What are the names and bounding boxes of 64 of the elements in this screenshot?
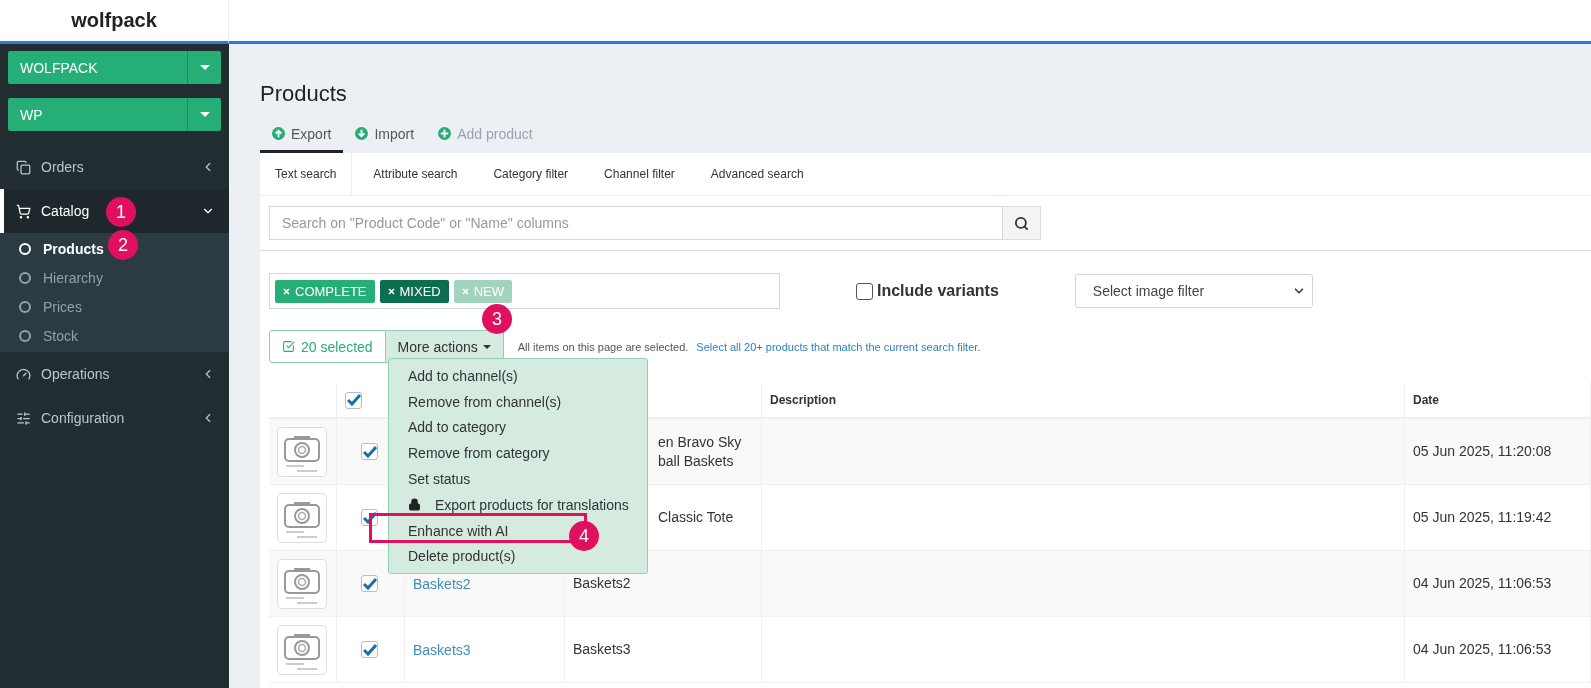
page-title: Products (260, 81, 348, 107)
selected-count: 20 selected (269, 330, 386, 363)
no-image-icon (277, 492, 327, 543)
sidebar-subitem[interactable]: Stock (0, 321, 229, 350)
menu-item[interactable]: Remove from category (389, 440, 550, 467)
checkbox[interactable] (361, 641, 378, 658)
no-image-icon (277, 426, 327, 477)
sidebar-subitem[interactable]: Hierarchy (0, 263, 229, 292)
sidebar-item[interactable]: Operations (0, 352, 229, 396)
remove-icon (387, 287, 395, 295)
menu-item[interactable]: Enhance with AI (389, 517, 509, 544)
search-tab[interactable]: Category filter (478, 153, 584, 195)
no-image-icon (277, 558, 327, 609)
include-variants-label: Include variants (877, 282, 999, 300)
nav-icon (16, 203, 31, 219)
search-field[interactable]: Search on "Product Code" or "Name" columns (269, 206, 1003, 240)
product-code-link[interactable]: Baskets2 (413, 575, 471, 592)
upload-icon (272, 127, 285, 140)
menu-item[interactable]: Delete product(s) (389, 543, 516, 570)
search-button[interactable] (1003, 206, 1041, 240)
menu-item[interactable]: Add to category (389, 414, 507, 441)
brand-logo[interactable]: wolfpack (71, 9, 157, 32)
product-name: Baskets3 (573, 640, 631, 659)
search-tab[interactable]: Attribute search (358, 153, 473, 195)
date-text: 05 Jun 2025, 11:19:42 (1413, 508, 1552, 527)
date-text: 05 Jun 2025, 11:20:08 (1413, 442, 1552, 461)
status-filter-field[interactable]: COMPLETE MIXED NEW (269, 273, 780, 309)
plus-icon (438, 127, 452, 140)
nav-icon (16, 159, 31, 175)
nav-icon (16, 410, 31, 426)
no-image-icon (277, 624, 327, 675)
search-tab[interactable]: Advanced search (695, 153, 819, 195)
date-text: 04 Jun 2025, 11:06:53 (1413, 640, 1552, 659)
product-code-link[interactable]: Baskets3 (413, 641, 471, 658)
caret-icon (199, 65, 210, 70)
select-all-link[interactable]: Select all 20+ products that match the current search filter. (696, 340, 981, 353)
download-icon (355, 127, 369, 140)
search-icon (1014, 215, 1029, 231)
menu-item[interactable]: Set status (389, 466, 471, 492)
checked-box-icon (282, 340, 295, 353)
menu-item[interactable]: Remove from channel(s) (389, 388, 562, 415)
product-name: en Bravo Sky ball Baskets (657, 432, 742, 471)
remove-icon (461, 287, 469, 295)
checkbox[interactable] (361, 575, 378, 592)
image-filter-select[interactable]: Select image filter (1074, 274, 1313, 308)
product-name: Baskets2 (573, 574, 631, 593)
sidebar-item[interactable]: Orders (0, 145, 229, 189)
nav-icon (16, 366, 31, 382)
menu-item[interactable]: Export products for translations (389, 492, 629, 518)
sidebar-item[interactable]: Configuration (0, 396, 229, 440)
action-tab[interactable]: Import (343, 117, 427, 153)
remove-icon (283, 287, 290, 295)
caret-icon (199, 112, 210, 117)
status-tag[interactable]: MIXED (379, 279, 449, 303)
checkbox[interactable] (361, 443, 378, 460)
selection-notice: All items on this page are selected. (517, 340, 689, 353)
sidebar-subitem[interactable]: Prices (0, 292, 229, 321)
lock-icon (408, 498, 421, 512)
checkbox[interactable] (345, 391, 362, 409)
menu-item[interactable]: Add to channel(s) (389, 363, 518, 389)
search-tab[interactable]: Channel filter (589, 153, 690, 195)
product-name: Classic Tote (657, 508, 734, 527)
date-text: 04 Jun 2025, 11:06:53 (1413, 574, 1552, 593)
checkbox[interactable] (856, 282, 873, 300)
